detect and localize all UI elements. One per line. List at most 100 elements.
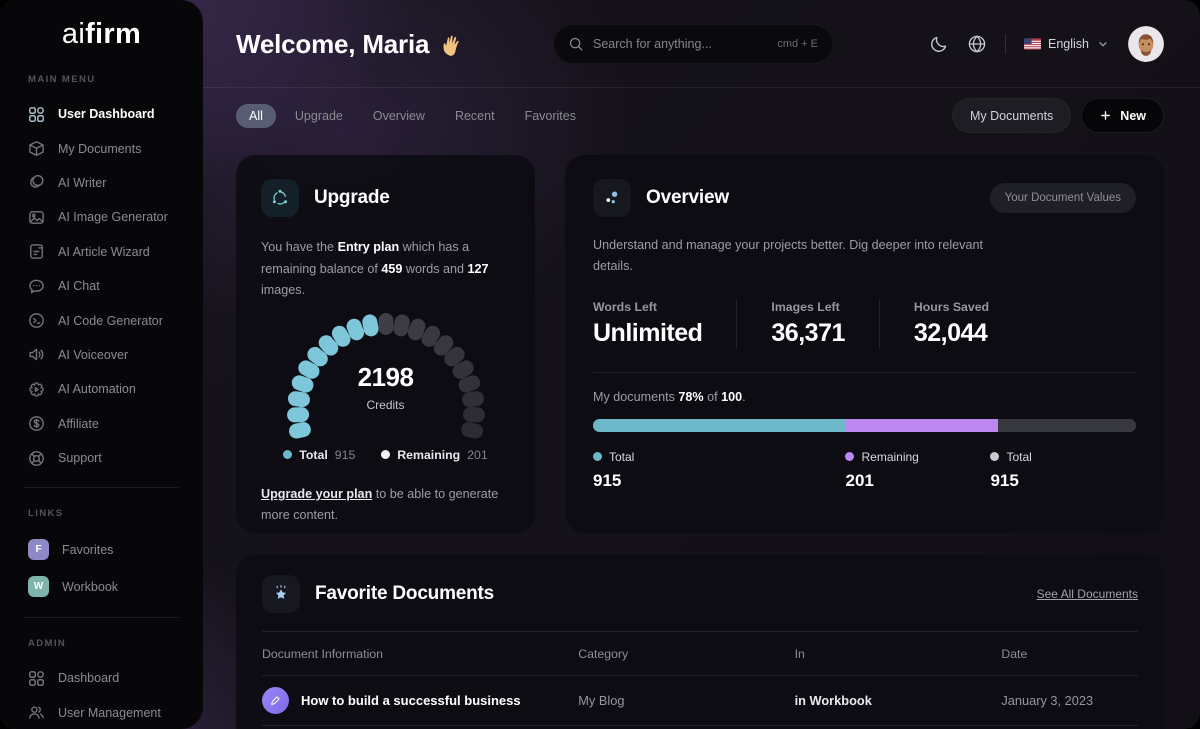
bar-segment-0 [593,418,846,432]
sidebar-item-ai-automation[interactable]: AI Automation [0,372,203,406]
sidebar-item-affiliate[interactable]: Affiliate [0,407,203,441]
code-terminal-icon [28,312,45,329]
tab-all[interactable]: All [236,103,276,128]
upgrade-sync-icon [261,179,299,217]
dark-mode-toggle[interactable] [929,34,949,54]
bar-legend-remaining: Remaining 201 [845,449,919,491]
language-selector[interactable]: English [1024,37,1110,51]
search-input[interactable]: Search for anything... cmd + E [553,24,833,64]
new-button[interactable]: New [1081,98,1164,133]
bar-segment-2 [997,418,1136,432]
table-row[interactable]: How to build a successful business My Blo… [262,675,1138,726]
stat-words-left: Words Left Unlimited [593,300,736,348]
sidebar-section-label-links: LINKS [28,508,64,520]
upgrade-card: Upgrade You have the Entry plan which ha… [236,155,535,533]
header-controls: English [929,26,1164,62]
stat-value: 32,044 [913,318,988,347]
sidebar-nav: MAIN MENU User Dashboard My Documents AI Wr… [0,74,203,729]
tab-overview[interactable]: Overview [358,103,440,129]
page-title: Welcome, Maria [236,29,466,60]
text-part: 127 [467,261,489,276]
app-window: aifirm MAIN MENU User Dashboard My Documen… [0,0,1200,729]
sidebar-item-my-documents[interactable]: My Documents [0,131,203,165]
bar-legend-head: Total [593,450,634,464]
sidebar-item-label: Support [58,451,102,466]
legend-label: Remaining [861,449,919,464]
search-shortcut: cmd + E [777,38,818,50]
gauge-legend-remaining: Remaining 201 [381,447,488,462]
sidebar-item-support[interactable]: Support [0,441,203,475]
text-part: . [742,389,746,404]
stat-label: Images Left [771,299,840,314]
dashboard-grid-icon [28,106,45,123]
new-label: New [1120,108,1146,123]
legend-label: Remaining [397,447,461,462]
avatar[interactable] [1128,26,1164,62]
sidebar-item-ai-chat[interactable]: AI Chat [0,269,203,303]
sidebar-item-favorites[interactable]: F Favorites [0,531,203,568]
sidebar-item-label: Dashboard [58,671,120,686]
overview-divider [593,371,1136,373]
tab-recent[interactable]: Recent [440,103,510,129]
document-category: My Blog [578,693,625,708]
document-values-button[interactable]: Your Document Values [989,183,1136,213]
text-part: You have the [261,240,338,254]
globe-button[interactable] [967,34,987,54]
sidebar-divider [24,617,179,619]
welcome-text: Welcome, Maria [236,28,430,59]
sidebar-item-ai-code-generator[interactable]: AI Code Generator [0,303,203,337]
documents-progress-text: My documents 78% of 100. [593,390,1136,404]
bar-segment-1 [845,418,998,432]
upgrade-footer: Upgrade your plan to be able to generate… [261,484,510,527]
sidebar-item-label: AI Writer [58,175,107,190]
overview-dots-icon [593,179,631,217]
box-icon [28,140,45,157]
see-all-documents-link[interactable]: See All Documents [1037,587,1138,601]
sidebar-item-ai-article-wizard[interactable]: AI Article Wizard [0,235,203,269]
legend-label: Total [609,449,635,464]
legend-value: 915 [990,470,1019,490]
wave-hand-icon [438,29,468,59]
text-part: 78% [678,389,704,404]
sidebar-item-label: User Management [58,705,161,720]
sidebar-item-dashboard[interactable]: Dashboard [0,661,203,695]
documents-table-body: How to build a successful business My Blo… [262,675,1138,726]
workbook-badge: W [28,576,49,598]
overview-card: Overview Your Document Values Understand… [565,155,1164,533]
gauge-segment [460,422,483,439]
filter-tabs-row: All Upgrade Overview Recent Favorites My Doc… [236,98,1164,133]
legend-value: 201 [467,447,488,462]
sidebar-item-label: My Documents [58,141,142,156]
search-icon [568,36,584,52]
column-header-category: Category [578,647,629,661]
stat-value: 36,371 [771,318,845,347]
upgrade-title: Upgrade [314,187,390,208]
sidebar-item-user-dashboard[interactable]: User Dashboard [0,97,203,131]
stat-value: Unlimited [593,318,703,347]
image-icon [28,209,45,226]
search-placeholder: Search for anything... [593,37,712,51]
upgrade-plan-link[interactable]: Upgrade your plan [261,487,372,501]
sidebar-item-ai-writer[interactable]: AI Writer [0,166,203,200]
legend-value: 915 [334,447,356,462]
sidebar-item-label: AI Chat [58,279,100,294]
bar-legend-head: Total [990,450,1032,464]
sidebar-item-label: AI Automation [58,382,136,397]
sidebar-item-ai-image-generator[interactable]: AI Image Generator [0,200,203,234]
favorites-title: Favorite Documents [315,583,495,604]
sidebar-item-workbook[interactable]: W Workbook [0,568,203,605]
sidebar-item-label: Favorites [62,542,114,557]
tab-favorites[interactable]: Favorites [510,103,591,129]
text-part: My documents [593,389,679,404]
sidebar-item-label: AI Voiceover [58,347,129,362]
bar-legend-total: Total 915 [990,450,1032,491]
stat-label: Hours Saved [913,299,990,314]
sidebar-item-ai-voiceover[interactable]: AI Voiceover [0,338,203,372]
tab-upgrade[interactable]: Upgrade [280,103,358,129]
documents-progress-bar [593,418,1136,432]
gauge-legend: Total 915 Remaining 201 [261,448,510,462]
sidebar-item-user-management[interactable]: User Management [0,696,203,729]
my-documents-button[interactable]: My Documents [951,98,1072,133]
sidebar-item-label: User Dashboard [58,107,155,122]
gauge-unit: Credits [366,397,405,412]
